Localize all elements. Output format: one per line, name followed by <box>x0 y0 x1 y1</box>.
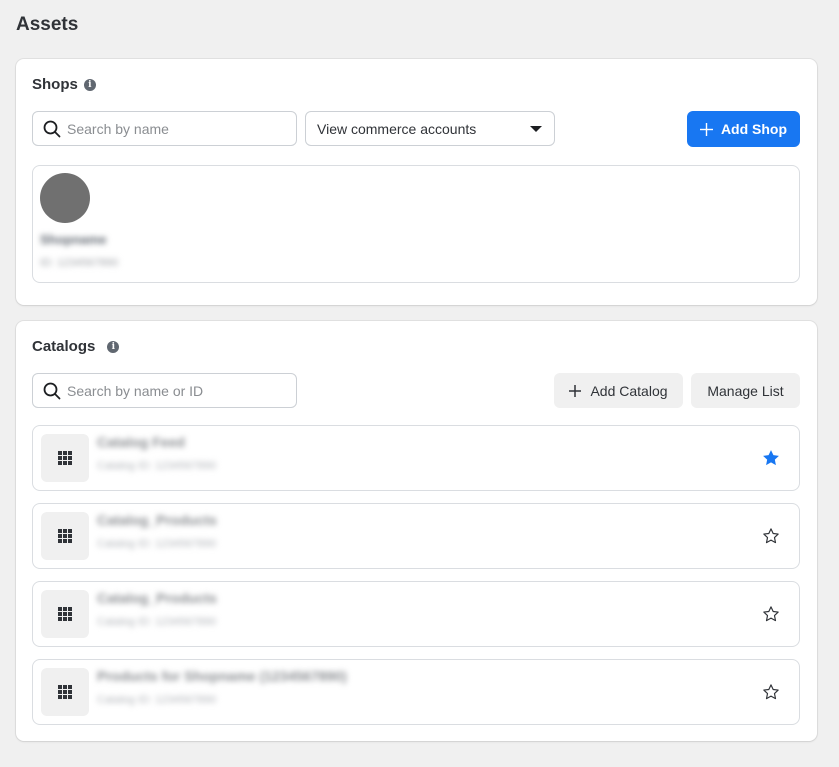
catalogs-title: Catalogs <box>32 338 96 355</box>
catalog-thumbnail <box>41 590 89 638</box>
catalogs-heading: Catalogs i <box>32 338 120 355</box>
shop-name: Shopname <box>40 232 107 247</box>
info-icon[interactable]: i <box>107 340 120 353</box>
grid-icon <box>58 685 72 699</box>
catalog-thumbnail <box>41 512 89 560</box>
catalogs-card: Catalogs i Add Catalog Manage List Catal… <box>16 321 817 741</box>
catalog-id: Catalog ID: 1234567890 <box>97 460 217 472</box>
catalog-id: Catalog ID: 1234567890 <box>97 694 217 706</box>
shop-list-item[interactable]: Shopname ID: 1234567890 <box>32 165 800 283</box>
star-outline-icon[interactable] <box>761 682 781 702</box>
catalog-row[interactable]: Catalog_Products Catalog ID: 1234567890 <box>32 503 800 569</box>
shops-card: Shops i View commerce accounts Add Shop … <box>16 59 817 305</box>
info-icon[interactable]: i <box>83 78 96 91</box>
star-filled-icon[interactable] <box>761 448 781 468</box>
add-catalog-label: Add Catalog <box>590 382 668 399</box>
shops-search-input[interactable] <box>67 120 267 137</box>
catalogs-search-input[interactable] <box>67 382 267 399</box>
add-shop-button[interactable]: Add Shop <box>687 111 800 147</box>
plus-icon <box>569 384 582 397</box>
catalogs-search-field[interactable] <box>32 373 297 408</box>
star-outline-icon[interactable] <box>761 526 781 546</box>
catalog-name: Catalog_Products <box>97 590 217 606</box>
grid-icon <box>58 451 72 465</box>
manage-list-label: Manage List <box>707 382 784 399</box>
plus-icon <box>699 122 713 136</box>
dropdown-value: View commerce accounts <box>317 120 477 137</box>
catalog-id: Catalog ID: 1234567890 <box>97 538 217 550</box>
catalog-thumbnail <box>41 668 89 716</box>
catalog-row[interactable]: Products for Shopname (1234567890) Catal… <box>32 659 800 725</box>
page-title: Assets <box>16 14 79 35</box>
grid-icon <box>58 529 72 543</box>
shop-id: ID: 1234567890 <box>40 257 119 269</box>
add-catalog-button[interactable]: Add Catalog <box>554 373 683 408</box>
catalog-id: Catalog ID: 1234567890 <box>97 616 217 628</box>
commerce-accounts-dropdown[interactable]: View commerce accounts <box>305 111 555 146</box>
star-outline-icon[interactable] <box>761 604 781 624</box>
search-icon <box>43 120 61 137</box>
shops-search-field[interactable] <box>32 111 297 146</box>
catalog-name: Catalog_Products <box>97 512 217 528</box>
add-shop-label: Add Shop <box>720 121 788 137</box>
catalog-name: Products for Shopname (1234567890) <box>97 668 347 684</box>
manage-list-button[interactable]: Manage List <box>691 373 800 408</box>
shop-avatar <box>40 173 90 223</box>
catalog-name: Catalog Feed <box>97 434 185 450</box>
shops-title: Shops <box>32 76 78 93</box>
catalog-row[interactable]: Catalog Feed Catalog ID: 1234567890 <box>32 425 800 491</box>
shops-heading: Shops i <box>32 76 96 93</box>
search-icon <box>43 382 61 399</box>
catalog-thumbnail <box>41 434 89 482</box>
caret-down-icon <box>530 125 542 132</box>
grid-icon <box>58 607 72 621</box>
catalog-row[interactable]: Catalog_Products Catalog ID: 1234567890 <box>32 581 800 647</box>
